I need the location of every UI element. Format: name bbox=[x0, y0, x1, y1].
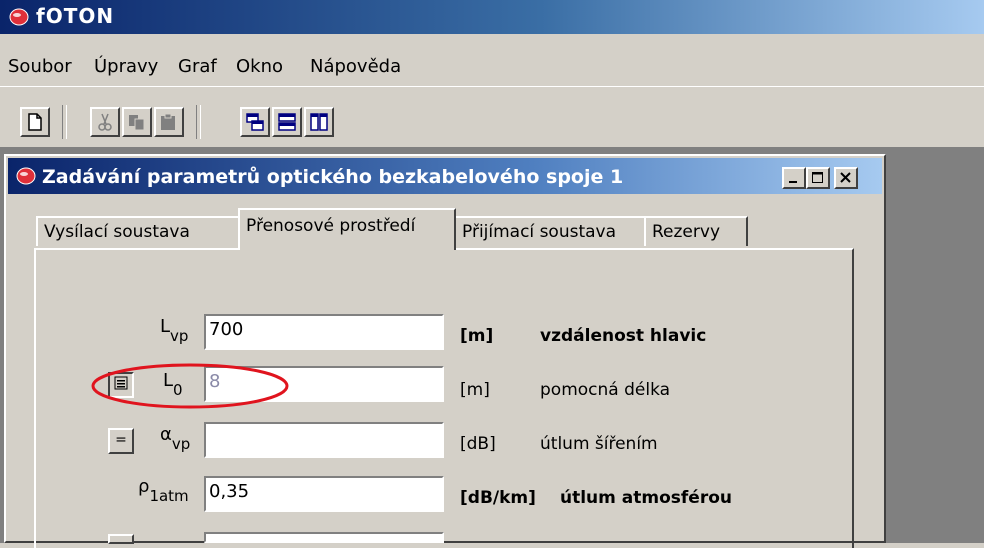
menu-soubor[interactable]: Soubor bbox=[8, 56, 72, 77]
rho-1atm-unit: [dB/km] bbox=[460, 488, 536, 508]
lvp-description: vzdálenost hlavic bbox=[540, 326, 707, 346]
menu-bar: Soubor Úpravy Graf Okno Nápověda bbox=[0, 34, 984, 86]
cascade-windows-icon bbox=[246, 113, 264, 131]
toolbar-separator bbox=[62, 105, 67, 139]
tile-vertical-icon bbox=[310, 113, 328, 131]
toolbar-separator bbox=[196, 105, 201, 139]
alpha-equals-button[interactable]: = bbox=[108, 428, 134, 454]
lvp-input[interactable]: 700 bbox=[204, 314, 444, 350]
cut-icon bbox=[98, 113, 112, 131]
lvp-unit: [m] bbox=[460, 326, 494, 346]
menu-napoveda[interactable]: Nápověda bbox=[310, 56, 401, 77]
close-icon bbox=[840, 172, 851, 183]
paste-icon bbox=[161, 113, 175, 130]
tab-rezervy[interactable]: Rezervy bbox=[644, 216, 748, 246]
menu-upravy[interactable]: Úpravy bbox=[94, 56, 158, 77]
foton-logo-icon bbox=[16, 167, 36, 185]
cut-button[interactable] bbox=[90, 107, 120, 137]
app-title-bar[interactable]: fOTON bbox=[0, 0, 984, 34]
alpha-vp-description: útlum šířením bbox=[540, 434, 658, 454]
rho-1atm-input[interactable]: 0,35 bbox=[204, 476, 444, 512]
next-row-input[interactable] bbox=[204, 532, 444, 543]
l0-unit: [m] bbox=[460, 380, 490, 400]
label-alpha-vp: αvp bbox=[160, 424, 191, 453]
paste-button[interactable] bbox=[154, 107, 184, 137]
maximize-icon bbox=[812, 172, 823, 183]
parameter-dialog: Zadávání parametrů optického bezkabelové… bbox=[4, 154, 886, 548]
toolbar bbox=[0, 86, 984, 148]
maximize-button[interactable] bbox=[806, 167, 830, 189]
close-button[interactable] bbox=[834, 167, 858, 189]
tile-horizontal-icon bbox=[278, 113, 296, 131]
highlight-ellipse bbox=[91, 363, 289, 409]
menu-okno[interactable]: Okno bbox=[236, 56, 283, 77]
new-document-button[interactable] bbox=[20, 107, 50, 137]
copy-icon bbox=[129, 115, 145, 131]
dialog-title-bar[interactable]: Zadávání parametrů optického bezkabelové… bbox=[8, 158, 882, 194]
alpha-vp-input[interactable] bbox=[204, 422, 444, 458]
rho-1atm-description: útlum atmosférou bbox=[560, 488, 732, 508]
dialog-title: Zadávání parametrů optického bezkabelové… bbox=[42, 166, 624, 188]
label-rho-1atm: ρ1atm bbox=[138, 476, 189, 505]
menu-graf[interactable]: Graf bbox=[178, 56, 217, 77]
tab-prenosove-prostredi[interactable]: Přenosové prostředí bbox=[238, 208, 456, 250]
copy-button[interactable] bbox=[122, 107, 152, 137]
label-lvp: Lvp bbox=[160, 316, 189, 345]
cascade-windows-button[interactable] bbox=[240, 107, 270, 137]
tab-prijimaci-soustava[interactable]: Přijímací soustava bbox=[454, 216, 646, 246]
foton-logo-icon bbox=[9, 8, 29, 26]
tile-horizontal-button[interactable] bbox=[272, 107, 302, 137]
new-document-icon bbox=[28, 113, 42, 131]
minimize-icon bbox=[789, 181, 797, 183]
alpha-vp-unit: [dB] bbox=[460, 434, 496, 454]
l0-description: pomocná délka bbox=[540, 380, 671, 400]
tab-vysilaci-soustava[interactable]: Vysílací soustava bbox=[36, 216, 242, 246]
app-title: fOTON bbox=[36, 4, 115, 28]
tile-vertical-button[interactable] bbox=[304, 107, 334, 137]
minimize-button[interactable] bbox=[782, 167, 806, 189]
